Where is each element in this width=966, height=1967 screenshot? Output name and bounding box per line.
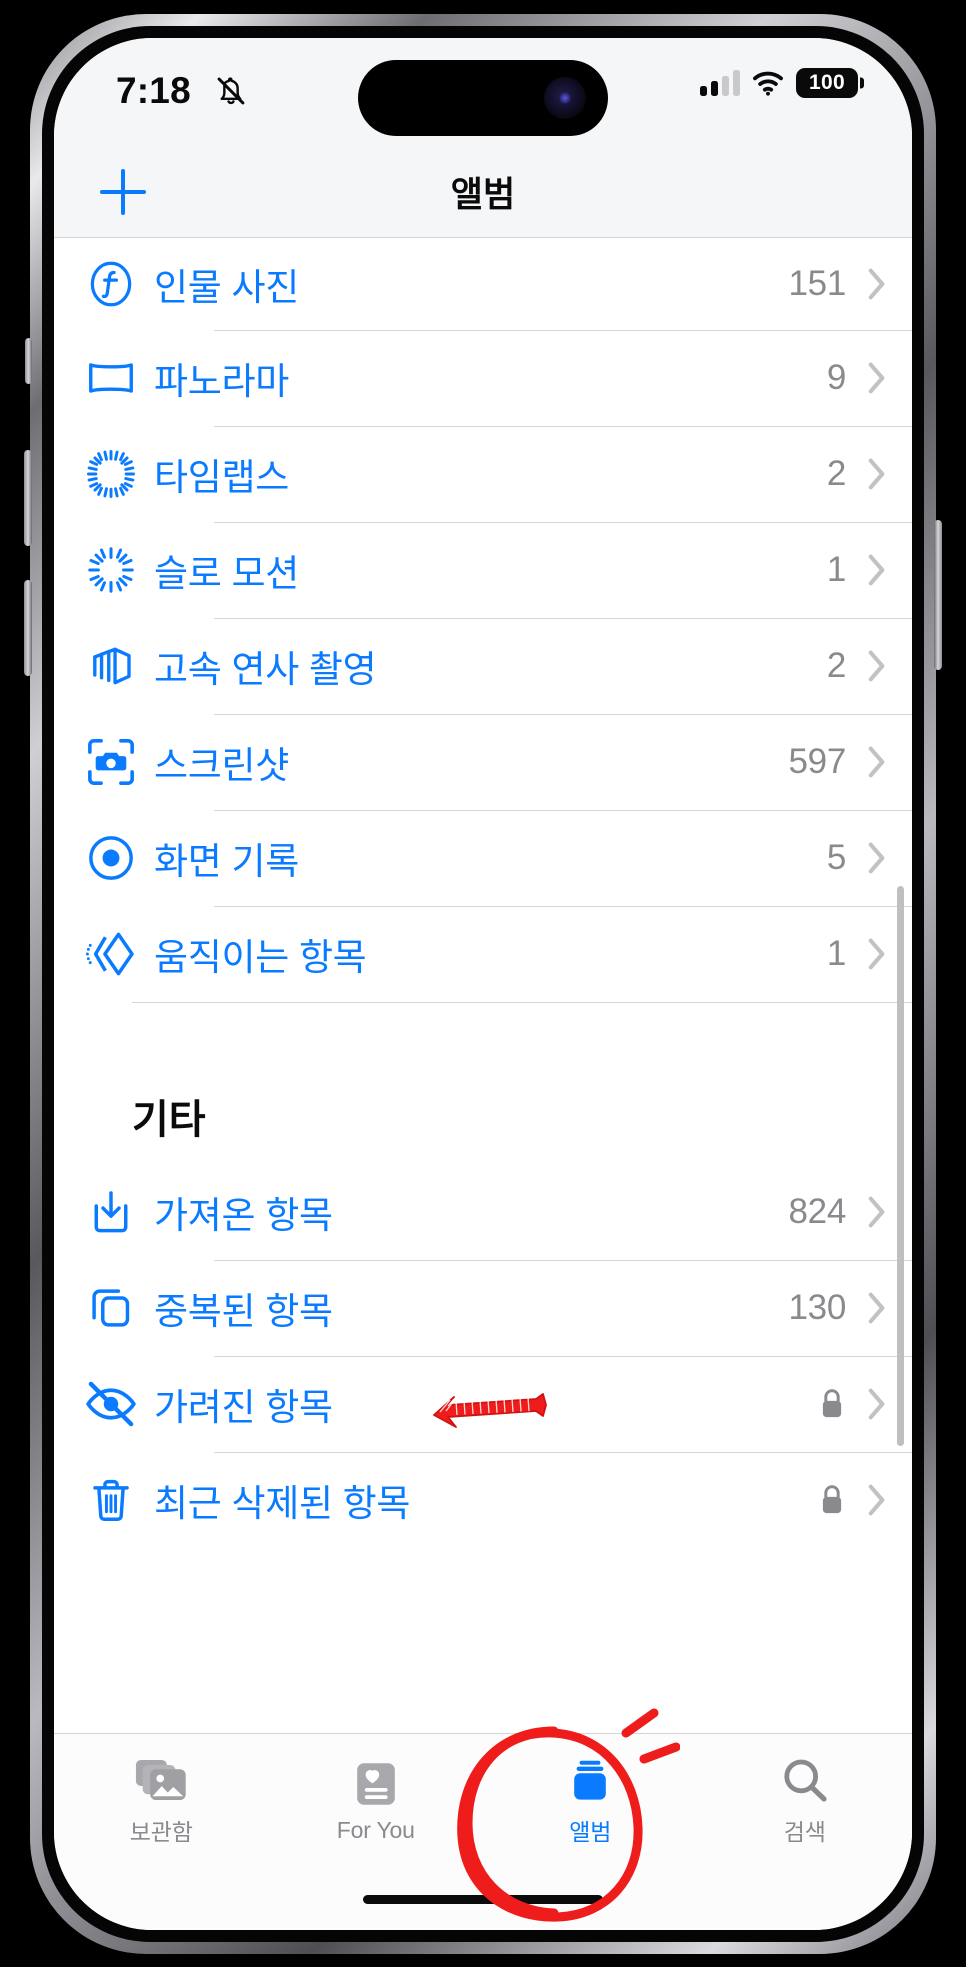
wifi-icon	[753, 71, 783, 96]
list-item-label: 가려진 항목	[154, 1387, 333, 1428]
list-item-count: 151	[788, 264, 847, 303]
chevron-right-icon	[868, 554, 885, 586]
for-you-card-icon	[356, 1762, 395, 1805]
chevron-right-icon	[868, 1292, 885, 1324]
tab-for-you[interactable]: For You	[269, 1734, 484, 1869]
chevron-right-icon	[868, 746, 885, 778]
chevron-right-icon	[868, 650, 885, 682]
portrait-fstop-icon	[80, 258, 142, 310]
panorama-icon	[80, 351, 142, 405]
list-item-count: 597	[788, 742, 847, 781]
status-bar-time: 7:18	[116, 70, 191, 111]
import-icon	[80, 1186, 142, 1238]
list-item-label: 화면 기록	[154, 841, 299, 882]
status-bar-indicators: 100	[700, 68, 858, 98]
navigation-bar: 앨범	[54, 146, 912, 238]
list-item-label: 파노라마	[154, 361, 289, 402]
chevron-right-icon	[868, 1388, 885, 1420]
tab-bar: 보관함 For You 앨범 검색	[54, 1733, 912, 1930]
timelapse-icon	[80, 448, 142, 500]
cellular-signal-icon	[700, 70, 740, 96]
list-item-label: 타임랩스	[154, 457, 289, 498]
tab-label: 검색	[783, 1819, 826, 1845]
lock-icon	[818, 1387, 846, 1421]
bell-slash-icon	[217, 77, 245, 105]
list-item[interactable]: 타임랩스 2	[54, 426, 912, 522]
list-item[interactable]: 슬로 모션 1	[54, 522, 912, 618]
chevron-right-icon	[868, 938, 885, 970]
albums-list[interactable]: 인물 사진 151 파노라마 9 타임랩스 2 슬로 모션 1 고속 연사 촬영…	[54, 238, 912, 1733]
chevron-right-icon	[868, 842, 885, 874]
list-item-count: 130	[788, 1288, 847, 1327]
section-gap	[54, 1002, 912, 1068]
lock-icon	[818, 1483, 846, 1517]
list-item[interactable]: 파노라마 9	[54, 330, 912, 426]
screen-recording-icon	[80, 832, 142, 884]
burst-icon	[80, 639, 142, 693]
list-item-count: 2	[826, 454, 846, 493]
list-item[interactable]: 스크린샷 597	[54, 714, 912, 810]
search-icon	[784, 1759, 827, 1802]
list-item-label: 움직이는 항목	[154, 937, 367, 978]
animated-icon	[80, 926, 142, 982]
list-item-count: 824	[788, 1192, 847, 1231]
list-item-label: 고속 연사 촬영	[154, 649, 377, 690]
tab-albums[interactable]: 앨범	[483, 1734, 698, 1869]
list-item[interactable]: 인물 사진 151	[54, 238, 912, 330]
trash-icon	[80, 1474, 142, 1526]
list-item[interactable]: 화면 기록 5	[54, 810, 912, 906]
volume-up-button[interactable]	[24, 450, 32, 546]
status-bar: 7:18 100	[54, 38, 912, 146]
list-item-label: 중복된 항목	[154, 1291, 333, 1332]
list-item-label: 가져온 항목	[154, 1195, 333, 1236]
hidden-eye-icon	[80, 1376, 142, 1432]
silence-switch[interactable]	[25, 338, 32, 384]
chevron-right-icon	[868, 268, 885, 300]
list-item-count: 1	[826, 934, 846, 973]
tab-label: 앨범	[569, 1819, 612, 1845]
tab-label: For You	[336, 1816, 415, 1843]
list-item-count: 2	[826, 646, 846, 685]
dynamic-island	[358, 60, 608, 136]
tab-library[interactable]: 보관함	[54, 1734, 269, 1869]
chevron-right-icon	[868, 458, 885, 490]
list-item[interactable]: 최근 삭제된 항목	[54, 1452, 912, 1548]
list-item-count: 1	[826, 550, 846, 589]
chevron-right-icon	[868, 362, 885, 394]
list-item-label: 인물 사진	[154, 267, 299, 308]
battery-indicator: 100	[796, 68, 858, 98]
front-camera-icon	[544, 77, 586, 119]
duplicate-icon	[80, 1282, 142, 1334]
tab-search[interactable]: 검색	[698, 1734, 913, 1869]
list-item-count: 5	[826, 838, 846, 877]
list-item[interactable]: 중복된 항목 130	[54, 1260, 912, 1356]
library-photos-icon	[136, 1759, 186, 1801]
page-title: 앨범	[450, 175, 516, 214]
power-button[interactable]	[934, 520, 942, 670]
phone-screen: 7:18 100 앨범 인물 사진 151 파노라마 9 타임랩스 2 슬로 모…	[54, 38, 912, 1930]
screenshot-root: 7:18 100 앨범 인물 사진 151 파노라마 9 타임랩스 2 슬로 모…	[0, 0, 966, 1967]
list-item[interactable]: 가져온 항목 824	[54, 1164, 912, 1260]
home-indicator[interactable]	[363, 1895, 603, 1904]
albums-stack-icon	[574, 1760, 607, 1800]
volume-down-button[interactable]	[24, 580, 32, 676]
chevron-right-icon	[868, 1484, 885, 1516]
list-item[interactable]: 고속 연사 촬영 2	[54, 618, 912, 714]
slomo-icon	[80, 544, 142, 596]
list-item[interactable]: 움직이는 항목 1	[54, 906, 912, 1002]
screenshot-icon	[80, 735, 142, 789]
list-item-label: 최근 삭제된 항목	[154, 1483, 411, 1524]
list-item[interactable]: 가려진 항목	[54, 1356, 912, 1452]
list-item-count: 9	[826, 358, 846, 397]
scrollbar[interactable]	[897, 886, 904, 1446]
section-header-other: 기타	[54, 1068, 912, 1164]
list-item-label: 스크린샷	[154, 745, 289, 786]
list-item-label: 슬로 모션	[154, 553, 299, 594]
chevron-right-icon	[868, 1196, 885, 1228]
tab-label: 보관함	[129, 1819, 193, 1845]
